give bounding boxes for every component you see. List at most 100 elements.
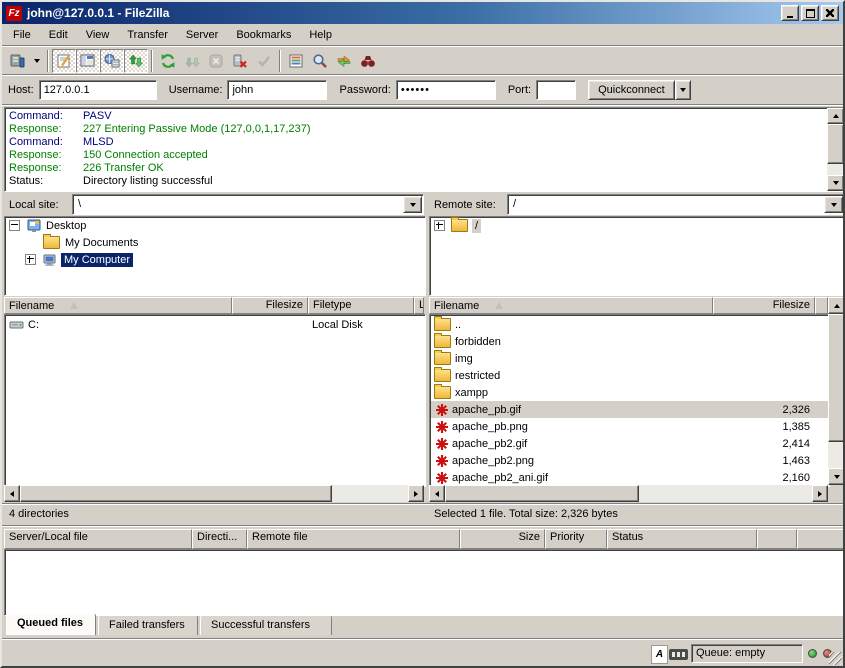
scrollbar-thumb[interactable] bbox=[827, 124, 844, 164]
close-button[interactable] bbox=[821, 5, 839, 21]
speed-limit-indicator-icon[interactable] bbox=[669, 649, 688, 660]
titlebar[interactable]: john@127.0.0.1 - FileZilla bbox=[2, 2, 843, 24]
tab-failed-transfers[interactable]: Failed transfers bbox=[98, 615, 198, 635]
local-file-list[interactable]: C: Local Disk bbox=[4, 314, 426, 487]
menu-transfer[interactable]: Transfer bbox=[118, 26, 177, 44]
queue-column-server-local-file[interactable]: Server/Local file bbox=[4, 529, 192, 549]
collapse-icon[interactable] bbox=[9, 220, 20, 231]
remote-site-combobox[interactable]: / bbox=[507, 194, 845, 215]
toggle-local-tree-button[interactable] bbox=[76, 49, 100, 73]
site-manager-dropdown-button[interactable] bbox=[30, 49, 44, 73]
menu-file[interactable]: File bbox=[4, 26, 40, 44]
transfer-type-indicator-icon[interactable] bbox=[651, 645, 668, 664]
directory-listing-filters-button[interactable] bbox=[284, 49, 308, 73]
scroll-down-button[interactable] bbox=[828, 468, 845, 485]
expand-icon[interactable] bbox=[434, 220, 445, 231]
cancel-operation-button[interactable] bbox=[204, 49, 228, 73]
tree-item-my-documents[interactable]: My Documents bbox=[5, 234, 425, 251]
remote-site-dropdown-button[interactable] bbox=[824, 196, 843, 213]
toggle-transfer-queue-button[interactable] bbox=[124, 49, 148, 73]
remote-file-list[interactable]: .. forbidden img restricted xampp apache… bbox=[429, 314, 830, 487]
menu-edit[interactable]: Edit bbox=[40, 26, 77, 44]
local-column-filesize[interactable]: Filesize bbox=[232, 297, 308, 314]
local-column-filetype[interactable]: Filetype bbox=[308, 297, 414, 314]
tree-item-root[interactable]: / bbox=[430, 217, 845, 234]
scrollbar-thumb[interactable] bbox=[828, 314, 845, 442]
expand-icon[interactable] bbox=[25, 254, 36, 265]
scroll-right-button[interactable] bbox=[408, 485, 424, 502]
remote-file-row[interactable]: .. bbox=[431, 316, 828, 333]
synchronized-browsing-button[interactable] bbox=[332, 49, 356, 73]
remote-file-row[interactable]: restricted bbox=[431, 367, 828, 384]
queue-column-remote-file[interactable]: Remote file bbox=[247, 529, 460, 549]
local-column-filename[interactable]: Filename bbox=[4, 297, 232, 314]
host-input[interactable] bbox=[39, 80, 157, 100]
scroll-left-button[interactable] bbox=[429, 485, 445, 502]
find-files-button[interactable] bbox=[356, 49, 380, 73]
tab-successful-transfers[interactable]: Successful transfers bbox=[200, 615, 332, 635]
remote-column-filename[interactable]: Filename bbox=[429, 297, 713, 314]
remote-vertical-scrollbar[interactable] bbox=[828, 297, 845, 485]
remote-file-row[interactable]: apache_pb2_ani.gif 2,160 bbox=[431, 469, 828, 486]
quickconnect-dropdown-button[interactable] bbox=[675, 80, 691, 100]
refresh-button[interactable] bbox=[156, 49, 180, 73]
toggle-message-log-button[interactable] bbox=[52, 49, 76, 73]
local-column-last-modified[interactable]: L bbox=[414, 297, 424, 314]
scroll-up-button[interactable] bbox=[828, 297, 845, 314]
local-file-row[interactable]: C: Local Disk bbox=[6, 316, 424, 333]
remote-horizontal-scrollbar[interactable] bbox=[429, 485, 828, 502]
resize-grip[interactable] bbox=[829, 652, 842, 665]
scroll-up-button[interactable] bbox=[827, 108, 844, 124]
username-input[interactable] bbox=[227, 80, 327, 100]
disconnect-icon bbox=[232, 53, 248, 69]
reconnect-button[interactable] bbox=[252, 49, 276, 73]
remote-file-row[interactable]: apache_pb2.gif 2,414 bbox=[431, 435, 828, 452]
scrollbar-thumb[interactable] bbox=[445, 485, 639, 502]
remote-file-row[interactable]: forbidden bbox=[431, 333, 828, 350]
scroll-right-button[interactable] bbox=[812, 485, 828, 502]
remote-file-row[interactable]: xampp bbox=[431, 384, 828, 401]
triangle-right-icon bbox=[818, 491, 822, 497]
quickconnect-button[interactable]: Quickconnect bbox=[588, 80, 675, 100]
remote-file-row[interactable]: apache_pb.png 1,385 bbox=[431, 418, 828, 435]
maximize-button[interactable] bbox=[801, 5, 819, 21]
local-horizontal-scrollbar[interactable] bbox=[4, 485, 424, 502]
remote-file-row[interactable]: apache_pb2.png 1,463 bbox=[431, 452, 828, 469]
message-log[interactable]: Command:PASV Response:227 Entering Passi… bbox=[4, 107, 845, 192]
menu-view[interactable]: View bbox=[77, 26, 119, 44]
password-input[interactable] bbox=[396, 80, 496, 100]
scroll-left-button[interactable] bbox=[4, 485, 20, 502]
column-label: Remote file bbox=[252, 531, 308, 543]
disconnect-button[interactable] bbox=[228, 49, 252, 73]
remote-column-filesize[interactable]: Filesize bbox=[713, 297, 815, 314]
queue-column-status[interactable]: Status bbox=[607, 529, 757, 549]
minimize-button[interactable] bbox=[781, 5, 799, 21]
port-input[interactable] bbox=[536, 80, 576, 100]
tree-item-my-computer[interactable]: My Computer bbox=[5, 251, 425, 268]
tree-item-desktop[interactable]: Desktop bbox=[5, 217, 425, 234]
activity-led-green bbox=[808, 649, 817, 658]
file-name: .. bbox=[455, 319, 461, 331]
local-directory-tree[interactable]: Desktop My Documents My Computer bbox=[4, 216, 426, 296]
toggle-remote-tree-button[interactable] bbox=[100, 49, 124, 73]
local-site-combobox[interactable]: \ bbox=[72, 194, 424, 215]
tab-queued-files[interactable]: Queued files bbox=[6, 613, 96, 635]
separator bbox=[2, 45, 843, 47]
queue-column-size[interactable]: Size bbox=[460, 529, 545, 549]
scroll-down-button[interactable] bbox=[827, 175, 844, 191]
queue-column-direction[interactable]: Directi... bbox=[192, 529, 247, 549]
local-site-dropdown-button[interactable] bbox=[403, 196, 422, 213]
queue-column-priority[interactable]: Priority bbox=[545, 529, 607, 549]
scrollbar-thumb[interactable] bbox=[20, 485, 332, 502]
menu-bookmarks[interactable]: Bookmarks bbox=[227, 26, 300, 44]
directory-comparison-button[interactable] bbox=[308, 49, 332, 73]
menu-server[interactable]: Server bbox=[177, 26, 227, 44]
process-queue-button[interactable] bbox=[180, 49, 204, 73]
remote-directory-tree[interactable]: / bbox=[429, 216, 845, 296]
remote-file-row[interactable]: img bbox=[431, 350, 828, 367]
remote-file-row-selected[interactable]: apache_pb.gif 2,326 bbox=[431, 401, 828, 418]
log-vertical-scrollbar[interactable] bbox=[827, 108, 844, 191]
site-manager-button[interactable] bbox=[6, 49, 30, 73]
transfer-queue-list[interactable] bbox=[4, 549, 845, 616]
menu-help[interactable]: Help bbox=[300, 26, 341, 44]
